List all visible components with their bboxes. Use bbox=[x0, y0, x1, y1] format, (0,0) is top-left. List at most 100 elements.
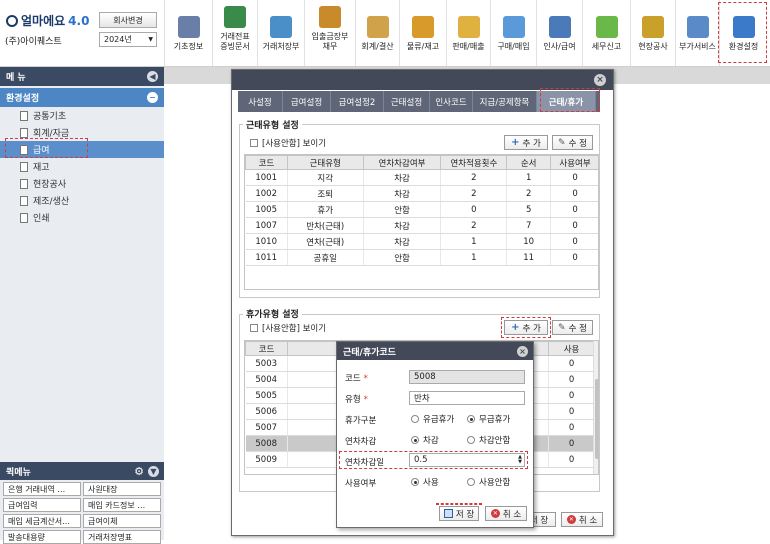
toolbar-label-line2: 채무 bbox=[322, 42, 338, 51]
sidebar-item[interactable]: 현장공사 bbox=[0, 175, 164, 192]
radio-button[interactable] bbox=[467, 478, 475, 486]
chevron-down-icon: ▼ bbox=[148, 36, 153, 43]
column-header[interactable]: 사용 bbox=[548, 341, 595, 356]
sidebar-section-settings[interactable]: 환경설정 − bbox=[0, 88, 164, 107]
toolbar-person-button[interactable]: 인사/급여 bbox=[536, 0, 582, 66]
company-change-button[interactable]: 회사변경 bbox=[99, 12, 157, 28]
radio-use[interactable]: 사용 bbox=[411, 476, 439, 488]
sidebar-item[interactable]: 공통기초 bbox=[0, 107, 164, 124]
radio-unpaid[interactable]: 무급휴가 bbox=[467, 413, 510, 425]
table-cell: 0 bbox=[550, 169, 598, 186]
edit-label: 수 정 bbox=[568, 323, 587, 334]
table-cell: 차감 bbox=[363, 233, 442, 250]
radio-button[interactable] bbox=[411, 415, 419, 423]
toolbar-label: 판매/매출 bbox=[452, 42, 485, 51]
quick-menu-item[interactable]: 매입 세금계산서… bbox=[3, 514, 81, 528]
type-field[interactable]: 반차 bbox=[409, 391, 525, 405]
toolbar-label: 현장공사 bbox=[638, 42, 668, 51]
pencil-icon: ✎ bbox=[558, 322, 566, 333]
column-header[interactable]: 연차차감여부 bbox=[362, 155, 442, 170]
quick-menu-item[interactable]: 은행 거래내역 … bbox=[3, 482, 81, 496]
dialog-cancel-button[interactable]: ✕ 취 소 bbox=[561, 512, 603, 527]
quick-menu-item[interactable]: 급여이체 bbox=[83, 514, 161, 528]
radio-button[interactable] bbox=[467, 415, 475, 423]
table-row[interactable]: 1007 반차(근태) 차감 2 7 0 bbox=[245, 217, 598, 234]
radio-button[interactable] bbox=[411, 436, 419, 444]
vacation-edit-button[interactable]: ✎ 수 정 bbox=[552, 320, 593, 335]
popup-cancel-button[interactable]: ✕ 취 소 bbox=[485, 506, 527, 521]
column-header[interactable]: 연차적용횟수 bbox=[440, 155, 508, 170]
table-cell: 5005 bbox=[245, 387, 288, 404]
radio-button[interactable] bbox=[411, 478, 419, 486]
toolbar-purchase-button[interactable]: 구매/매입 bbox=[490, 0, 536, 66]
radio-not-use[interactable]: 사용안함 bbox=[467, 476, 510, 488]
toolbar-money-bag-button[interactable]: 입출금장부 채무 bbox=[304, 0, 355, 66]
highlight-salary-item bbox=[5, 138, 88, 158]
table-cell: 1005 bbox=[245, 201, 288, 218]
radio-button[interactable] bbox=[467, 436, 475, 444]
table-row[interactable]: 1011 공휴일 안함 1 11 0 bbox=[245, 249, 598, 266]
column-header[interactable]: 순서 bbox=[506, 155, 552, 170]
tab[interactable]: 근태설정 bbox=[384, 91, 430, 112]
attendance-edit-button[interactable]: ✎ 수 정 bbox=[552, 135, 593, 150]
table-row[interactable]: 1002 조퇴 차감 2 2 0 bbox=[245, 185, 598, 202]
table-cell: 0 bbox=[548, 355, 595, 372]
sidebar-item[interactable]: 제조/생산 bbox=[0, 192, 164, 209]
toolbar-accounting-button[interactable]: 회계/결산 bbox=[355, 0, 399, 66]
toolbar-label-line2: 증빙문서 bbox=[220, 42, 250, 51]
checkbox[interactable] bbox=[250, 324, 258, 332]
quick-menu-item[interactable]: 매입 카드정보 … bbox=[83, 498, 161, 512]
attendance-show-unused[interactable]: [사용안함] 보이기 bbox=[250, 137, 326, 149]
logo-name: 얼마에요 bbox=[21, 14, 66, 28]
tab[interactable]: 급여설정 bbox=[283, 91, 331, 112]
logo-version: 4.0 bbox=[68, 13, 90, 28]
column-header[interactable]: 코드 bbox=[245, 341, 288, 356]
sidebar-item[interactable]: 인쇄 bbox=[0, 209, 164, 226]
table-row[interactable]: 1001 지각 차감 2 1 0 bbox=[245, 169, 598, 186]
quick-menu-item[interactable]: 발송대용량 bbox=[3, 530, 81, 544]
tab[interactable]: 지급/공제항목 bbox=[473, 91, 537, 112]
table-cell: 차감 bbox=[363, 217, 442, 234]
radio-deduct[interactable]: 차감 bbox=[411, 434, 439, 446]
toolbar-sales-button[interactable]: 판매/매출 bbox=[446, 0, 490, 66]
toolbar-forklift-button[interactable]: 현장공사 bbox=[630, 0, 675, 66]
toolbar-document-button[interactable]: 거래전표 증빙문서 bbox=[212, 0, 257, 66]
popup-titlebar: 근태/휴가코드 × bbox=[337, 342, 533, 360]
sidebar-item[interactable]: 재고 bbox=[0, 158, 164, 175]
gear-icon[interactable]: ⚙ bbox=[134, 465, 144, 478]
tab[interactable]: 사설정 bbox=[238, 91, 283, 112]
chevron-down-icon[interactable]: ▼ bbox=[148, 465, 159, 477]
radio-no-deduct[interactable]: 차감안함 bbox=[467, 434, 510, 446]
attendance-add-button[interactable]: + 추 가 bbox=[504, 135, 548, 150]
checkbox[interactable] bbox=[250, 139, 258, 147]
column-header[interactable]: 사용여부 bbox=[550, 155, 598, 170]
use-label: 사용여부 bbox=[345, 479, 377, 489]
toolbar-service-button[interactable]: 부가서비스 bbox=[675, 0, 719, 66]
toolbar-tax-button[interactable]: 세무신고 bbox=[582, 0, 630, 66]
radio-paid[interactable]: 유급휴가 bbox=[411, 413, 454, 425]
collapse-left-icon[interactable]: ◀ bbox=[147, 71, 158, 82]
scrollbar-thumb[interactable] bbox=[595, 379, 598, 459]
close-icon[interactable]: × bbox=[517, 345, 528, 357]
popup-save-button[interactable]: 저 장 bbox=[439, 506, 479, 521]
quick-menu-item[interactable]: 거래처장명표 bbox=[83, 530, 161, 544]
quick-menu-item[interactable]: 사원대장 bbox=[83, 482, 161, 496]
scrollbar[interactable] bbox=[593, 341, 598, 474]
table-row[interactable]: 1005 휴가 안함 0 5 0 bbox=[245, 201, 598, 218]
toolbar-calculator-button[interactable]: 기초정보 bbox=[164, 0, 212, 66]
toolbar-ledger-button[interactable]: 거래처장부 bbox=[257, 0, 304, 66]
tab[interactable]: 급여설정2 bbox=[331, 91, 384, 112]
vacation-show-unused[interactable]: [사용안함] 보이기 bbox=[250, 322, 326, 334]
vac-kind-label: 휴가구분 bbox=[345, 416, 377, 426]
table-cell: 0 bbox=[548, 371, 595, 388]
table-cell: 5007 bbox=[245, 419, 288, 436]
collapse-minus-icon[interactable]: − bbox=[147, 92, 158, 103]
close-icon[interactable]: × bbox=[594, 74, 606, 86]
table-row[interactable]: 1010 연차(근태) 차감 1 10 0 bbox=[245, 233, 598, 250]
toolbar-truck-button[interactable]: 물류/재고 bbox=[399, 0, 446, 66]
tab[interactable]: 인사코드 bbox=[430, 91, 473, 112]
column-header[interactable]: 근태유형 bbox=[286, 155, 364, 170]
column-header[interactable]: 코드 bbox=[245, 155, 288, 170]
year-select[interactable]: 2024년 ▼ bbox=[99, 32, 157, 47]
quick-menu-item[interactable]: 급여입력 bbox=[3, 498, 81, 512]
